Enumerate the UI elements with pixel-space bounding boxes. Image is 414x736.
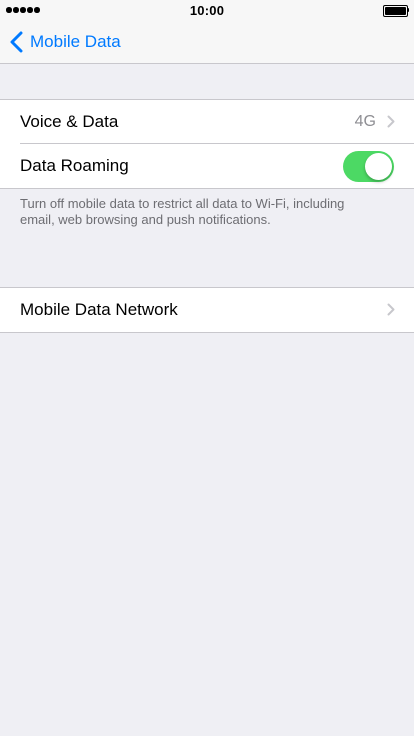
voice-and-data-label: Voice & Data xyxy=(20,112,119,131)
data-roaming-toggle[interactable] xyxy=(343,151,394,182)
network-settings-group: Mobile Data Network xyxy=(0,287,414,333)
status-bar: 10:00 xyxy=(0,0,414,20)
mobile-data-footer-text: Turn off mobile data to restrict all dat… xyxy=(20,196,345,227)
data-roaming-row: Data Roaming xyxy=(0,144,414,188)
data-roaming-label: Data Roaming xyxy=(20,156,129,175)
mobile-data-network-row[interactable]: Mobile Data Network xyxy=(0,288,414,332)
battery-fill xyxy=(385,7,406,15)
back-button[interactable]: Mobile Data xyxy=(10,28,121,56)
cellular-settings-group: Voice & Data 4G Data Roaming xyxy=(0,99,414,189)
status-time: 10:00 xyxy=(189,3,225,18)
voice-and-data-value: 4G xyxy=(354,113,376,130)
chevron-right-icon xyxy=(387,115,395,128)
voice-and-data-row[interactable]: Voice & Data 4G xyxy=(0,100,414,144)
toggle-knob xyxy=(365,153,392,180)
back-button-label: Mobile Data xyxy=(30,32,121,51)
chevron-left-icon xyxy=(10,31,23,53)
navigation-bar: Mobile Data xyxy=(0,20,414,64)
mobile-data-network-label: Mobile Data Network xyxy=(20,300,178,319)
battery-icon xyxy=(383,5,409,17)
chevron-right-icon xyxy=(387,303,395,316)
